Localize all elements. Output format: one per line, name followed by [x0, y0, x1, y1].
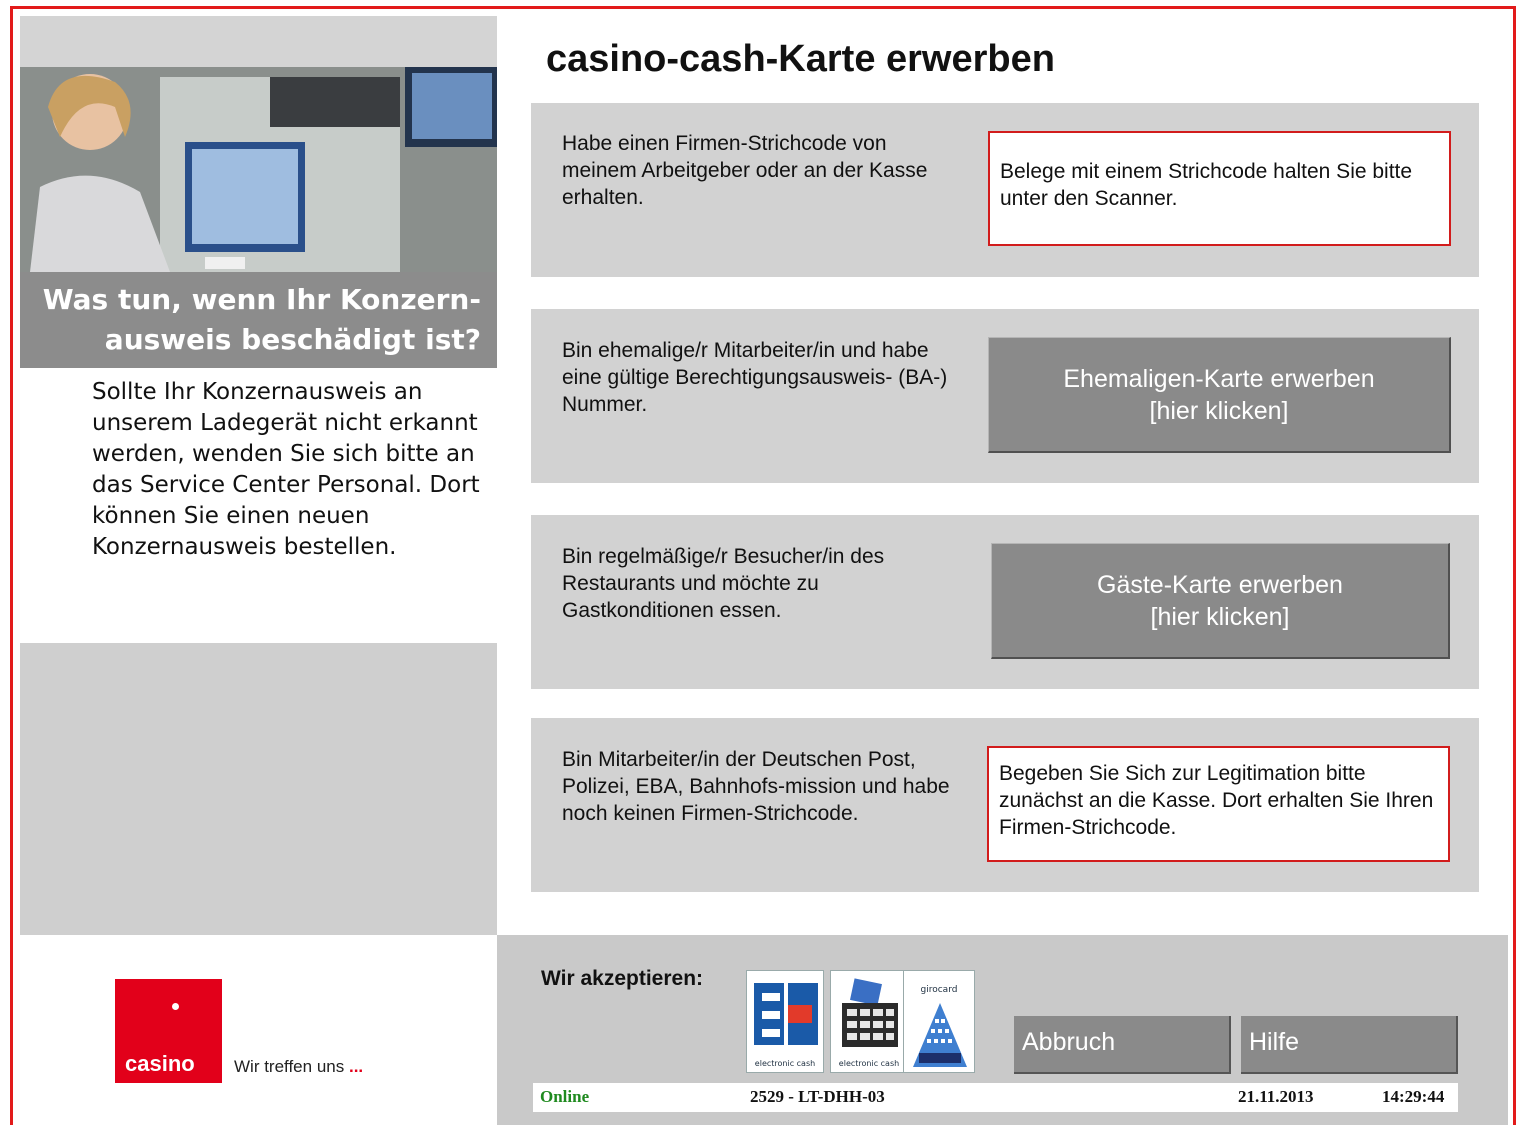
cancel-button[interactable]: Abbruch [1014, 1016, 1231, 1074]
card-caption: electronic cash [754, 1059, 816, 1068]
left-gray-filler [20, 643, 497, 935]
left-heading: Was tun, wenn Ihr Konzern- ausweis besch… [42, 283, 481, 356]
option-text: Habe einen Firmen-Strichcode von meinem … [562, 132, 928, 209]
option-text: Bin regelmäßige/r Besucher/in des Restau… [562, 545, 885, 622]
option-text: Bin ehemalige/r Mitarbeiter/in und habe … [562, 339, 948, 416]
barcode-notice: Belege mit einem Strichcode halten Sie b… [988, 131, 1451, 246]
button-sublabel: [hier klicken] [1150, 602, 1290, 631]
left-heading-box: Was tun, wenn Ihr Konzern- ausweis besch… [20, 272, 497, 368]
brand-tagline: Wir treffen uns ... [234, 1057, 363, 1077]
ec-card-icon: electronic cash [746, 970, 824, 1073]
logo-dot-icon [172, 1003, 179, 1010]
option-panel-guest: Bin regelmäßige/r Besucher/in des Restau… [531, 515, 1479, 689]
accept-label: Wir akzeptieren: [541, 967, 704, 990]
partner-notice: Begeben Sie Sich zur Legitimation bitte … [987, 746, 1450, 862]
option-panel-barcode: Habe einen Firmen-Strichcode von meinem … [531, 103, 1479, 277]
left-info-text: Sollte Ihr Konzernausweis an unserem Lad… [92, 379, 480, 560]
option-panel-partner: Bin Mitarbeiter/in der Deutschen Post, P… [531, 718, 1479, 892]
tagline-dots: ... [348, 1057, 364, 1076]
button-sublabel: [hier klicken] [1149, 396, 1289, 425]
connection-status: Online [540, 1087, 590, 1106]
guest-card-button[interactable]: Gäste-Karte erwerben [hier klicken] [991, 543, 1450, 659]
former-card-button[interactable]: Ehemaligen-Karte erwerben [hier klicken] [988, 337, 1451, 453]
status-date: 21.11.2013 [1238, 1087, 1314, 1106]
page-title: casino-cash-Karte erwerben [546, 38, 1055, 80]
tagline-text: Wir treffen uns [234, 1057, 345, 1076]
logo-text: casino [125, 1051, 195, 1076]
option-panel-former-employee: Bin ehemalige/r Mitarbeiter/in und habe … [531, 309, 1479, 483]
status-time: 14:29:44 [1382, 1087, 1445, 1106]
left-top-filler [20, 16, 497, 67]
terminal-id: 2529 - LT-DHH-03 [750, 1087, 885, 1106]
help-button[interactable]: Hilfe [1241, 1016, 1458, 1074]
ec-terminal-card-icon: electronic cash [830, 970, 908, 1073]
card-caption: electronic cash [838, 1059, 900, 1068]
left-white-strip [20, 368, 76, 642]
kiosk-photo [20, 67, 497, 272]
status-bar: Online 2529 - LT-DHH-03 21.11.2013 14:29… [533, 1083, 1458, 1112]
card-caption: girocard [920, 985, 958, 995]
button-label: Gäste-Karte erwerben [1097, 570, 1343, 599]
casino-logo: casino [115, 979, 222, 1083]
option-text: Bin Mitarbeiter/in der Deutschen Post, P… [562, 748, 950, 825]
girocard-icon: girocard [903, 970, 975, 1073]
button-label: Ehemaligen-Karte erwerben [1063, 364, 1375, 393]
